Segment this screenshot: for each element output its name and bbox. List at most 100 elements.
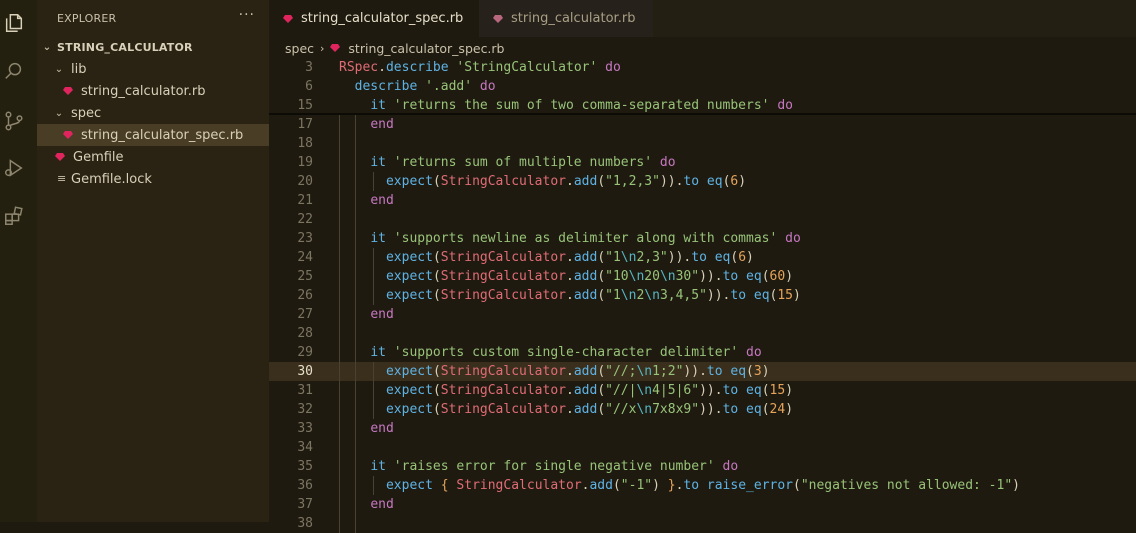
line-number: 33	[297, 421, 313, 436]
code-line[interactable]: 24 expect(StringCalculator.add("1\n2,3")…	[269, 248, 1136, 267]
indent-guide	[339, 115, 340, 533]
code-text: it 'raises error for single negative num…	[370, 459, 739, 474]
code-text: it 'returns sum of multiple numbers' do	[370, 155, 676, 170]
code-text: describe '.add' do	[354, 79, 496, 94]
tree-item-label: string_calculator.rb	[81, 83, 206, 99]
line-number: 36	[297, 478, 313, 493]
explorer-icon[interactable]	[3, 12, 25, 34]
extensions-icon[interactable]	[3, 205, 25, 227]
tab-label: string_calculator_spec.rb	[301, 11, 464, 26]
line-number: 37	[297, 497, 313, 512]
line-number: 35	[297, 459, 313, 474]
code-line[interactable]: 22	[269, 210, 1136, 229]
line-number: 22	[297, 212, 313, 227]
code-line[interactable]: 17 end	[269, 115, 1136, 134]
ruby-file-icon	[493, 14, 503, 24]
code-text: expect(StringCalculator.add("10\n20\n30"…	[385, 269, 794, 284]
chevron-down-icon: ⌄	[54, 63, 64, 75]
code-text: end	[370, 193, 394, 208]
project-folder[interactable]: ⌄ STRING_CALCULATOR	[37, 36, 269, 58]
indent-guide	[373, 172, 374, 191]
code-text: it 'supports newline as delimiter along …	[370, 231, 801, 246]
indent-guide	[373, 248, 374, 305]
tree-item-spec[interactable]: ⌄ spec	[37, 102, 269, 124]
line-number: 18	[297, 136, 313, 151]
code-line[interactable]: 30 expect(StringCalculator.add("//;\n1;2…	[269, 362, 1136, 381]
line-number: 3	[305, 60, 313, 75]
line-number: 38	[297, 516, 313, 531]
line-number: 19	[297, 155, 313, 170]
line-number: 20	[297, 174, 313, 189]
tab-string-calculator-spec-rb[interactable]: string_calculator_spec.rb ×	[269, 0, 487, 37]
tab-bar: string_calculator_spec.rb × string_calcu…	[269, 0, 1136, 37]
code-line[interactable]: 33 end	[269, 419, 1136, 438]
code-text: expect(StringCalculator.add("1\n2,3")).t…	[385, 250, 754, 265]
code-text: expect(StringCalculator.add("//;\n1;2"))…	[385, 364, 770, 379]
code-line[interactable]: 27 end	[269, 305, 1136, 324]
tree-item-gemfile[interactable]: Gemfile	[37, 146, 269, 168]
line-number: 26	[297, 288, 313, 303]
tab-label: string_calculator.rb	[511, 11, 636, 26]
code-line[interactable]: 35 it 'raises error for single negative …	[269, 457, 1136, 476]
code-line[interactable]: 26 expect(StringCalculator.add("1\n2\n3,…	[269, 286, 1136, 305]
tree-item-string-calculator-rb[interactable]: string_calculator.rb	[37, 80, 269, 102]
line-number: 30	[297, 364, 313, 379]
tab-string-calculator-rb[interactable]: string_calculator.rb	[479, 0, 653, 37]
breadcrumb-file[interactable]: string_calculator_spec.rb	[348, 41, 504, 56]
code-line[interactable]: 6 describe '.add' do	[269, 77, 1136, 96]
tree-item-string-calculator-spec-rb[interactable]: string_calculator_spec.rb	[37, 124, 269, 146]
source-control-icon[interactable]	[3, 110, 25, 132]
code-text: expect(StringCalculator.add("1,2,3")).to…	[385, 174, 747, 189]
tree-item-label: spec	[71, 105, 102, 121]
tree-item-label: string_calculator_spec.rb	[81, 127, 244, 143]
line-number: 29	[297, 345, 313, 360]
code-line[interactable]: 28	[269, 324, 1136, 343]
code-line[interactable]: 23 it 'supports newline as delimiter alo…	[269, 229, 1136, 248]
code-line[interactable]: 25 expect(StringCalculator.add("10\n20\n…	[269, 267, 1136, 286]
breadcrumb-folder[interactable]: spec	[285, 41, 314, 56]
line-number: 28	[297, 326, 313, 341]
ruby-file-icon	[55, 152, 65, 162]
tree-item-lib[interactable]: ⌄ lib	[37, 58, 269, 80]
lines-file-icon: ≡	[57, 172, 67, 185]
code-line[interactable]: 31 expect(StringCalculator.add("//|\n4|5…	[269, 381, 1136, 400]
code-line[interactable]: 29 it 'supports custom single-character …	[269, 343, 1136, 362]
search-icon[interactable]	[3, 60, 25, 82]
code-text: end	[370, 421, 394, 436]
line-number: 24	[297, 250, 313, 265]
chevron-down-icon: ⌄	[54, 107, 64, 119]
code-line[interactable]: 18	[269, 134, 1136, 153]
code-line[interactable]: 19 it 'returns sum of multiple numbers' …	[269, 153, 1136, 172]
tree-item-label: Gemfile.lock	[71, 171, 152, 187]
tree-item-gemfile-lock[interactable]: ≡ Gemfile.lock	[37, 168, 269, 190]
sticky-scroll-divider	[269, 113, 1136, 115]
line-number: 17	[297, 117, 313, 132]
tree-item-label: lib	[71, 61, 87, 77]
indent-guide	[373, 476, 374, 495]
editor: string_calculator_spec.rb × string_calcu…	[269, 0, 1136, 533]
ruby-file-icon	[63, 130, 73, 140]
code-text: expect(StringCalculator.add("//x\n7x8x9"…	[385, 402, 794, 417]
line-number: 23	[297, 231, 313, 246]
code-line[interactable]: 38	[269, 514, 1136, 533]
ruby-file-icon	[283, 14, 293, 24]
code-line[interactable]: 34	[269, 438, 1136, 457]
code-line[interactable]: 21 end	[269, 191, 1136, 210]
code-line[interactable]: 3 RSpec.describe 'StringCalculator' do	[269, 58, 1136, 77]
line-number: 31	[297, 383, 313, 398]
code-text: RSpec.describe 'StringCalculator' do	[339, 60, 621, 75]
code-line[interactable]: 37 end	[269, 495, 1136, 514]
code-text: end	[370, 117, 394, 132]
code-line[interactable]: 20 expect(StringCalculator.add("1,2,3"))…	[269, 172, 1136, 191]
code-line[interactable]: 36 expect { StringCalculator.add("-1") }…	[269, 476, 1136, 495]
indent-guide	[373, 362, 374, 419]
code-line[interactable]: 32 expect(StringCalculator.add("//x\n7x8…	[269, 400, 1136, 419]
code-text: end	[370, 497, 394, 512]
code-text: expect { StringCalculator.add("-1") }.to…	[385, 478, 1020, 493]
line-number: 21	[297, 193, 313, 208]
ruby-file-icon	[63, 86, 73, 96]
more-actions-icon[interactable]: ···	[239, 7, 255, 23]
run-debug-icon[interactable]	[3, 157, 25, 179]
code-text: expect(StringCalculator.add("//|\n4|5|6"…	[385, 383, 794, 398]
project-folder-label: STRING_CALCULATOR	[57, 40, 193, 54]
